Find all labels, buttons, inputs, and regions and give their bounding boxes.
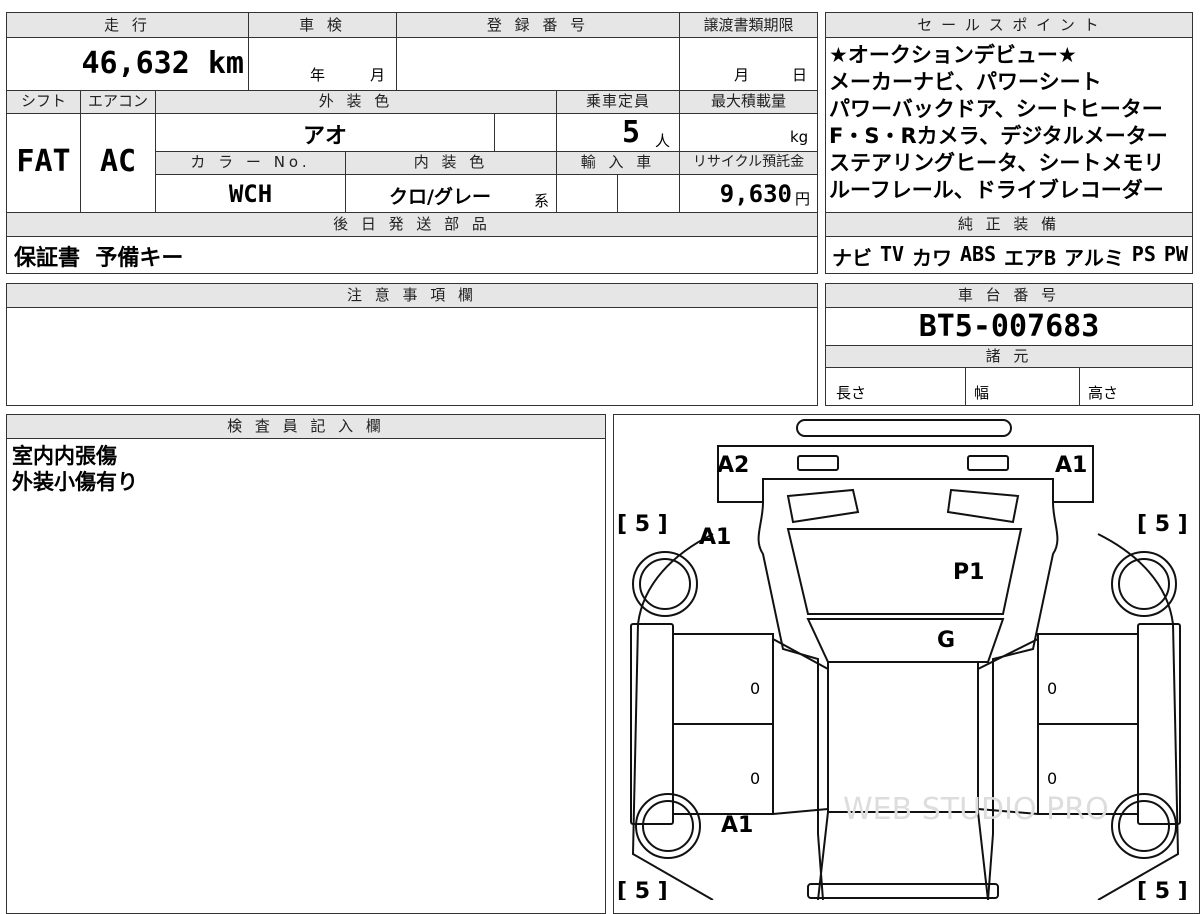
color-no-label: カ ラ ー No. — [190, 153, 311, 171]
max-load-label: 最大積載量 — [710, 92, 786, 110]
ac-label: エアコン — [87, 92, 148, 110]
inspection-month-label: 月 — [370, 66, 386, 84]
mileage-label: 走 行 — [104, 16, 151, 34]
door-value-left-front: 0 — [750, 769, 760, 788]
sales-point-line: メーカーナビ、パワーシート — [829, 70, 1102, 94]
sales-point-line: パワーバックドア、シートヒーター — [829, 97, 1163, 121]
interior-color-label: 内 装 色 — [413, 153, 489, 171]
ac-value: AC — [99, 144, 137, 179]
recycle-value: 9,630 — [719, 180, 792, 208]
inspector-line: 外装小傷有り — [12, 470, 138, 494]
equipment-item: カワ — [912, 246, 952, 270]
equipment-list: ナビ TV カワ ABS エアB アルミ PS PW — [832, 242, 1188, 271]
shift-value: FAT — [16, 144, 71, 179]
equipment-item: エアB — [1004, 246, 1057, 270]
height-label: 高さ — [1088, 384, 1119, 402]
damage-left-rear-quarter: A1 — [699, 525, 731, 550]
inspector-line: 室内内張傷 — [12, 444, 117, 468]
exterior-color-value: アオ — [302, 124, 347, 149]
damage-left-front-fender: A1 — [721, 813, 753, 838]
inspector-notes: 室内内張傷 外装小傷有り — [12, 443, 138, 495]
color-no-value: WCH — [228, 180, 273, 208]
later-parts-label: 後 日 発 送 部 品 — [333, 215, 491, 233]
mileage-value: 46,632 km — [81, 46, 244, 81]
inspection-year-label: 年 — [310, 66, 326, 84]
equipment-item: PW — [1163, 242, 1188, 266]
transfer-deadline-label: 譲渡書類期限 — [703, 16, 794, 34]
width-label: 幅 — [974, 384, 990, 402]
equipment-item: PS — [1131, 242, 1156, 266]
sales-point-line: F・S・Rカメラ、デジタルメーター — [829, 124, 1168, 148]
interior-color-value: クロ/グレー — [389, 186, 491, 208]
recycle-unit: 円 — [795, 190, 811, 208]
sales-points-title: セ ー ル ス ポ イ ン ト — [917, 16, 1101, 34]
tire-mark-rear-left: [ 5 ] — [617, 512, 668, 537]
chassis-title: 車 台 番 号 — [957, 286, 1061, 304]
inspector-title: 検 査 員 記 入 欄 — [227, 417, 385, 435]
sales-points-list: ★オークションデビュー★ メーカーナビ、パワーシート パワーバックドア、シートヒ… — [829, 42, 1191, 204]
tire-mark-rear-right: [ 5 ] — [1137, 512, 1188, 537]
sales-point-line: ルーフレール、ドライブレコーダー — [829, 178, 1164, 202]
damage-rear-right: A1 — [1055, 453, 1087, 478]
shift-label: シフト — [20, 92, 66, 110]
chassis-number: BT5-007683 — [918, 309, 1100, 344]
max-load-unit: kg — [790, 128, 809, 146]
recycle-label: リサイクル預託金 — [692, 154, 805, 170]
tire-mark-front-right: [ 5 ] — [1137, 879, 1188, 900]
inspection-label: 車 検 — [299, 16, 346, 34]
specs-title: 諸 元 — [985, 347, 1033, 365]
watermark: WEB STUDIO PRO — [843, 792, 1109, 827]
transfer-month-label: 月 — [734, 66, 750, 84]
notes-title: 注 意 事 項 欄 — [346, 286, 478, 304]
equipment-item: ナビ — [832, 246, 872, 270]
sales-point-line: ★オークションデビュー★ — [829, 43, 1077, 67]
later-parts-value: 保証書 予備キー — [14, 246, 184, 271]
damage-windshield: G — [937, 628, 955, 653]
transfer-day-label: 日 — [792, 66, 808, 84]
interior-suffix: 系 — [534, 192, 550, 210]
exterior-color-label: 外 装 色 — [318, 92, 394, 110]
sales-point-line: ステアリングヒータ、シートメモリ — [829, 151, 1165, 175]
damage-roof: P1 — [953, 560, 984, 585]
length-label: 長さ — [836, 384, 867, 402]
capacity-value: 5 — [621, 115, 640, 150]
door-value-right-rear: 0 — [1047, 679, 1057, 698]
import-label: 輸 入 車 — [580, 153, 656, 171]
car-damage-diagram: WEB STUDIO PRO [ 5 ] [ 5 ] [ 5 ] [ 5 ] A… — [617, 419, 1188, 900]
door-value-right-front: 0 — [1047, 769, 1057, 788]
door-value-left-rear: 0 — [750, 679, 760, 698]
capacity-unit: 人 — [655, 132, 671, 150]
equipment-item: TV — [879, 242, 905, 266]
equipment-item: アルミ — [1064, 246, 1124, 270]
registration-label: 登 録 番 号 — [486, 16, 590, 34]
damage-rear-left: A2 — [717, 453, 749, 478]
capacity-label: 乗車定員 — [585, 92, 650, 110]
equipment-title: 純 正 装 備 — [957, 215, 1061, 233]
equipment-item: ABS — [959, 242, 997, 266]
tire-mark-front-left: [ 5 ] — [617, 879, 668, 900]
